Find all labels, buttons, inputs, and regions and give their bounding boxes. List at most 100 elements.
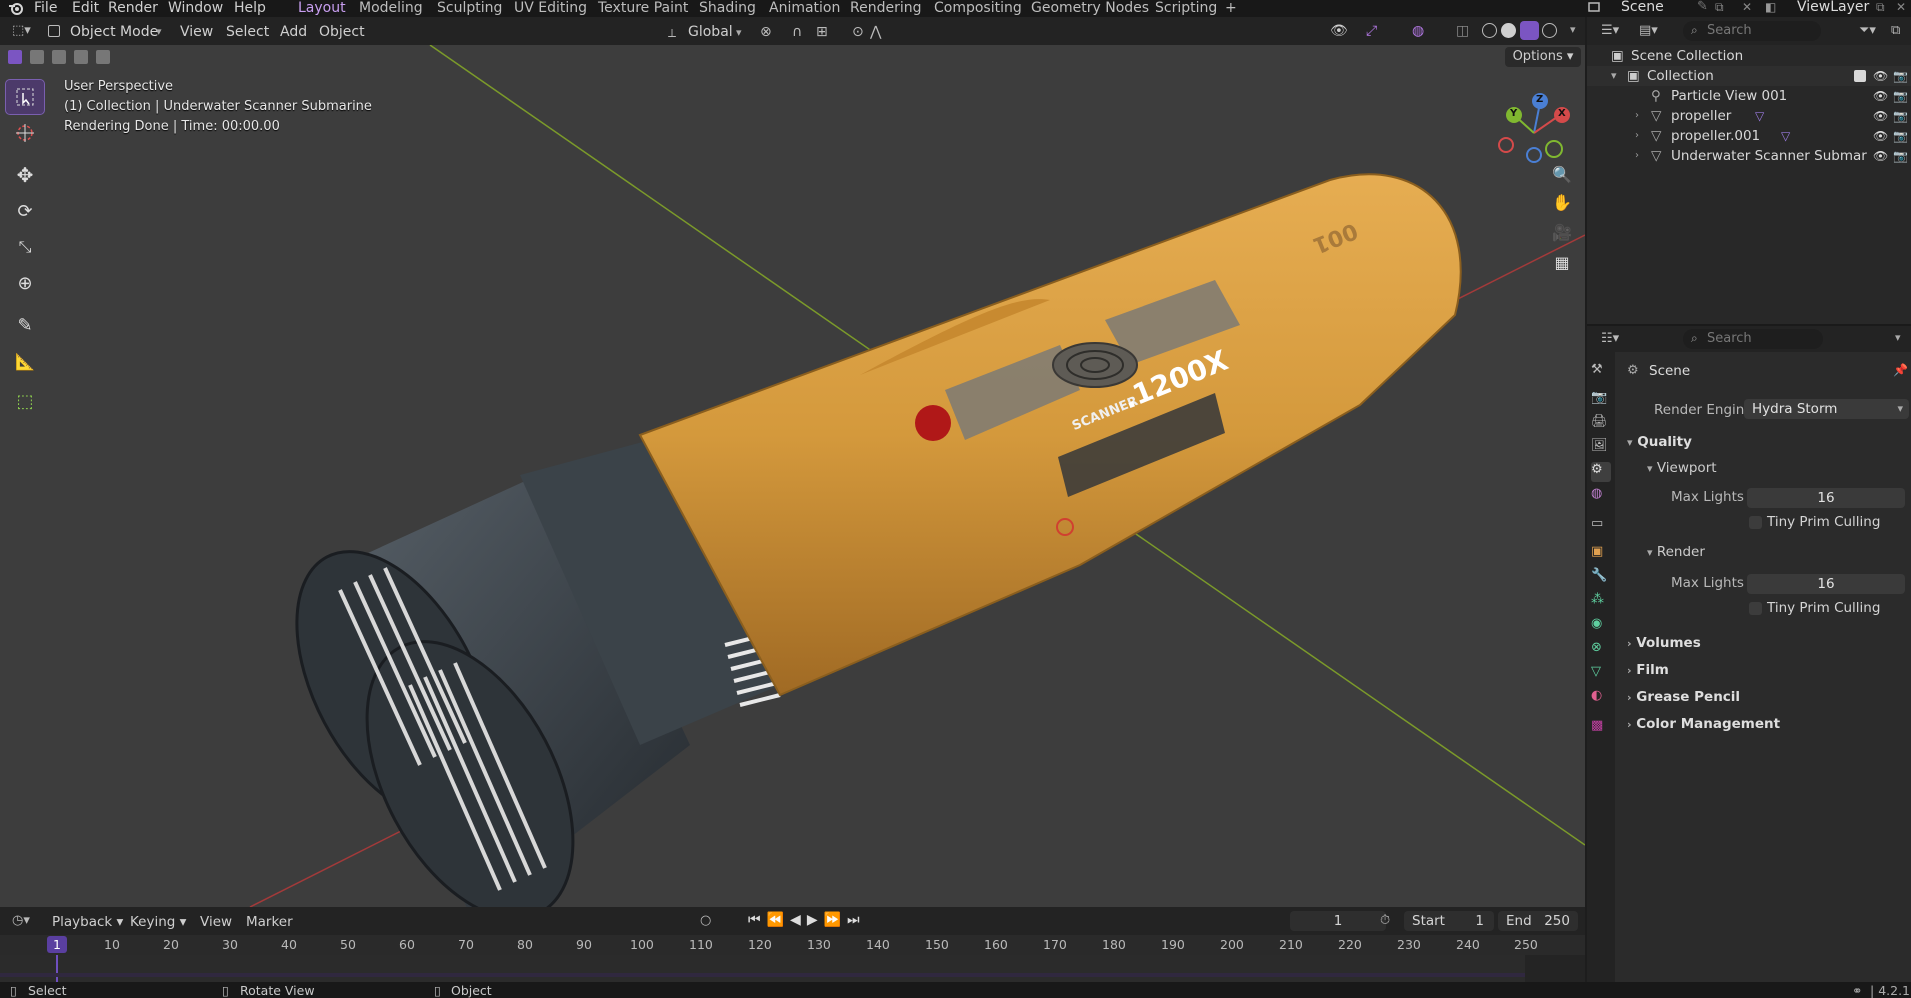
properties-search-input[interactable]: ⌕ Search [1683,329,1823,349]
close-viewlayer-icon[interactable]: ✕ [1896,0,1906,14]
end-frame-field[interactable]: End 250 [1498,911,1578,931]
overlay-toggle-icon[interactable]: ◍ [1412,23,1424,39]
tiny-prim-checkbox[interactable] [1749,602,1762,615]
viewlayer-name[interactable]: ViewLayer [1797,0,1869,14]
camera-view-icon[interactable]: 🎥 [1548,223,1576,253]
start-frame-field[interactable]: Start 1 [1404,911,1494,931]
eye-icon[interactable]: 👁 [1873,66,1888,86]
outliner-editor-icon[interactable]: ☰▾ [1601,23,1619,38]
quality-section[interactable]: ▾ Quality [1627,434,1692,450]
prev-keyframe-icon[interactable]: ⏪ [767,912,790,928]
select-box-tool[interactable] [5,79,45,115]
navigation-gizmo[interactable]: Z X Y [1492,85,1572,165]
eye-icon[interactable]: 👁 [1873,126,1888,146]
snap-icon[interactable]: ∩ [792,24,802,40]
menu-help[interactable]: Help [234,0,266,16]
tab-shading[interactable]: Shading [699,0,756,16]
physics-tab-icon[interactable]: ◉ [1591,616,1611,636]
grease-pencil-section[interactable]: › Grease Pencil [1627,689,1740,705]
add-workspace-button[interactable]: + [1225,0,1237,16]
viewport-max-lights-field[interactable]: 16 [1747,488,1905,508]
rendered-shading-icon[interactable] [1542,23,1557,38]
outliner-row-object[interactable]: › ▽ propeller.001 ▽ 👁 📷 [1587,126,1911,146]
orientation-selector[interactable]: Global [688,22,733,42]
add-cube-tool[interactable]: ⬚ [6,384,44,418]
volumes-section[interactable]: › Volumes [1627,635,1701,651]
jump-start-icon[interactable]: ⏮ [748,912,767,928]
tab-uv-editing[interactable]: UV Editing [514,0,587,16]
outliner-row-object[interactable]: › ▽ propeller ▽ 👁 📷 [1587,106,1911,126]
constraints-tab-icon[interactable]: ⊗ [1591,640,1611,660]
pan-hand-icon[interactable]: ✋ [1548,193,1576,223]
filter-icon[interactable]: ⏷▾ [1859,23,1876,38]
tab-geometry-nodes[interactable]: Geometry Nodes [1031,0,1149,16]
move-tool[interactable]: ✥ [6,158,44,192]
zoom-icon[interactable]: 🔍 [1548,165,1576,193]
timeline-ruler[interactable]: 1 10 20 30 40 50 60 70 80 90 100 110 120… [0,935,1585,955]
annotate-tool[interactable]: ✎ [6,308,44,342]
outliner-row-scene-collection[interactable]: ▣ Scene Collection [1587,46,1911,66]
render-subsection[interactable]: ▾ Render [1647,544,1705,560]
menu-object[interactable]: Object [319,22,365,42]
data-tab-icon[interactable]: ▽ [1591,664,1611,684]
snap-target-icon[interactable]: ⊞ [816,24,828,40]
outliner-row-object[interactable]: › ▽ Underwater Scanner Submar 👁 📷 [1587,146,1911,166]
chevron-right-icon[interactable]: › [1635,146,1639,166]
camera-icon[interactable]: 📷 [1893,106,1908,126]
timeline-track-area[interactable] [0,955,1585,982]
eye-icon[interactable]: 👁 [1873,146,1888,166]
chevron-down-icon[interactable]: ▾ [1895,331,1901,344]
film-section[interactable]: › Film [1627,662,1669,678]
tab-sculpting[interactable]: Sculpting [437,0,502,16]
tool-tab-icon[interactable]: ⚒ [1591,362,1611,382]
camera-icon[interactable]: 📷 [1893,66,1908,86]
eye-icon[interactable]: 👁 [1873,86,1888,106]
new-viewlayer-icon[interactable]: ⧉ [1876,0,1885,14]
editor-type-icon[interactable]: ⬚▾ [12,23,31,38]
tab-texture-paint[interactable]: Texture Paint [598,0,688,16]
grid-view-icon[interactable]: ▦ [1548,253,1576,283]
menu-add[interactable]: Add [280,22,307,42]
camera-icon[interactable]: 📷 [1893,146,1908,166]
wireframe-shading-icon[interactable] [1482,23,1497,38]
close-scene-icon[interactable]: ✕ [1742,0,1752,14]
measure-tool[interactable]: 📐 [6,344,44,378]
object-tab-icon[interactable]: ▣ [1591,544,1611,564]
select-invert-icon[interactable] [74,50,88,64]
menu-playback[interactable]: Playback ▾ [52,912,123,932]
pivot-icon[interactable]: ⊗ [760,24,772,40]
blender-logo-icon[interactable] [8,1,24,15]
jump-end-icon[interactable]: ⏭ [847,912,866,928]
chevron-down-icon[interactable]: ▾ [1611,66,1617,86]
menu-window[interactable]: Window [168,0,223,16]
outliner-row-collection[interactable]: ▾ ▣ Collection 👁 📷 [1587,66,1911,86]
properties-editor-icon[interactable]: ☷▾ [1601,331,1619,346]
tab-modeling[interactable]: Modeling [359,0,423,16]
new-collection-icon[interactable]: ⧉ [1891,23,1900,38]
scene-name[interactable]: Scene [1621,0,1664,14]
menu-select[interactable]: Select [226,22,269,42]
proportional-edit-icon[interactable]: ⊙ [852,24,864,40]
tab-rendering[interactable]: Rendering [850,0,922,16]
rotate-tool[interactable]: ⟳ [6,194,44,228]
render-max-lights-field[interactable]: 16 [1747,574,1905,594]
pin-icon[interactable]: 📌 [1893,363,1908,377]
tab-scripting[interactable]: Scripting [1155,0,1217,16]
render-engine-select[interactable]: Hydra Storm ▾ [1744,399,1909,419]
gizmo-toggle-icon[interactable]: ⤢ [1366,23,1377,39]
mode-selector[interactable]: Object Mode ▾ [48,22,168,42]
viewport-subsection[interactable]: ▾ Viewport [1647,460,1717,476]
chevron-right-icon[interactable]: › [1635,106,1639,126]
checkbox-icon[interactable] [1854,70,1866,82]
select-intersect-icon[interactable] [96,50,110,64]
outliner-search-input[interactable]: ⌕ Search [1683,21,1821,41]
scale-tool[interactable]: ⤡ [6,230,44,264]
visibility-icon[interactable]: 👁 [1330,23,1348,39]
color-management-section[interactable]: › Color Management [1627,716,1780,732]
tiny-prim-checkbox[interactable] [1749,516,1762,529]
menu-view[interactable]: View [180,22,213,42]
select-new-icon[interactable] [8,50,22,64]
options-dropdown[interactable]: Options ▾ [1505,47,1581,67]
texture-tab-icon[interactable]: ▩ [1591,718,1611,738]
transform-tool[interactable]: ⊕ [6,266,44,300]
